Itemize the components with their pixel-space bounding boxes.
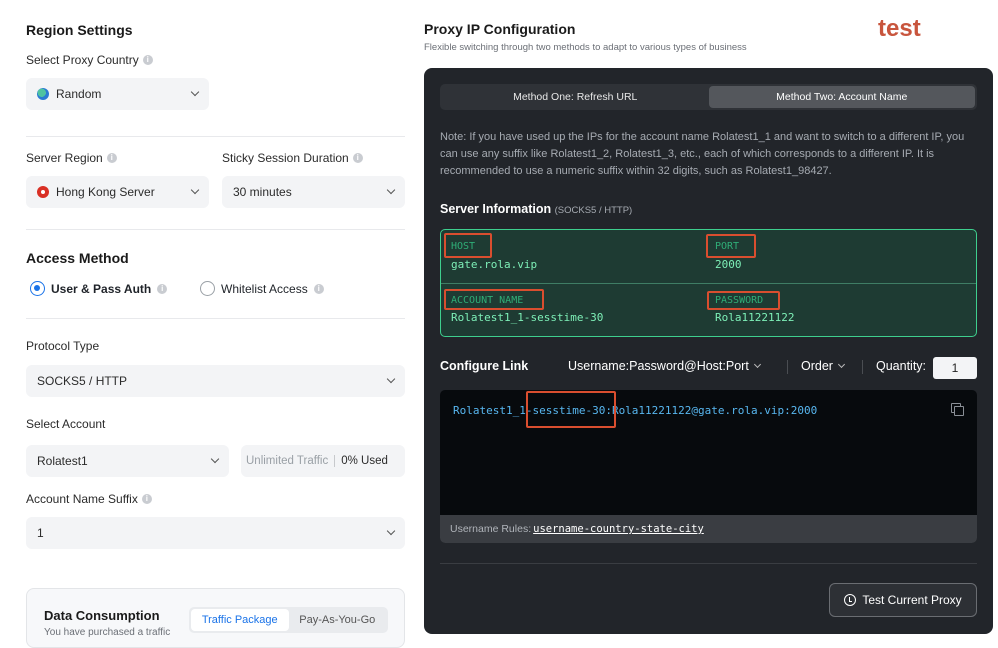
radio-user-pass-auth[interactable]: User & Pass Auth i	[30, 281, 168, 296]
quantity-label: Quantity:	[876, 359, 927, 373]
password-value[interactable]: Rola11221122	[715, 311, 794, 324]
host-value[interactable]: gate.rola.vip	[451, 258, 537, 271]
separator	[862, 360, 863, 374]
proxy-country-label: Select Proxy Country i	[26, 53, 153, 67]
sticky-session-label: Sticky Session Duration i	[222, 151, 363, 165]
divider	[26, 318, 405, 319]
radio-dot	[200, 281, 215, 296]
method-tabs: Method One: Refresh URL Method Two: Acco…	[440, 84, 977, 110]
info-icon[interactable]: i	[142, 55, 153, 65]
region-settings-title: Region Settings	[26, 22, 133, 38]
chevron-down-icon	[753, 360, 761, 369]
server-region-select[interactable]: Hong Kong Server	[26, 176, 209, 208]
account-suffix-select[interactable]: 1	[26, 517, 405, 549]
select-account-select[interactable]: Rolatest1	[26, 445, 229, 477]
proxy-link-box: Rolatest1_1-sesstime-30:Rola11221122@gat…	[440, 390, 977, 543]
username-rules-bar: Username Rules: username-country-state-c…	[440, 515, 977, 543]
info-icon[interactable]: i	[106, 153, 117, 163]
usage-note: Note: If you have used up the IPs for th…	[440, 131, 965, 177]
traffic-usage: Unlimited Traffic 0% Used	[241, 445, 405, 477]
highlight-box	[706, 234, 756, 258]
server-info-title: Server Information (SOCKS5 / HTTP)	[440, 202, 633, 216]
account-suffix-label: Account Name Suffix i	[26, 492, 152, 506]
proxy-link-text[interactable]: Rolatest1_1-sesstime-30:Rola11221122@gat…	[453, 404, 817, 417]
test-current-proxy-button[interactable]: Test Current Proxy	[829, 583, 977, 617]
highlight-box	[444, 289, 544, 310]
highlight-box	[526, 391, 616, 428]
proxy-config-subtitle: Flexible switching through two methods t…	[424, 42, 747, 53]
info-icon[interactable]: i	[141, 494, 152, 504]
radio-dot	[30, 281, 45, 296]
chevron-down-icon	[190, 87, 200, 97]
tab-traffic-package[interactable]: Traffic Package	[191, 609, 289, 631]
quantity-input[interactable]: 1	[933, 357, 977, 379]
consumption-toggle: Traffic Package Pay-As-You-Go	[189, 607, 388, 633]
info-icon[interactable]: i	[157, 283, 168, 294]
format-select[interactable]: Username:Password@Host:Port	[568, 359, 761, 373]
divider	[26, 136, 405, 137]
data-consumption-subtitle: You have purchased a traffic	[44, 627, 171, 638]
tab-pay-as-you-go[interactable]: Pay-As-You-Go	[289, 609, 387, 631]
divider	[440, 563, 977, 564]
radio-whitelist-access[interactable]: Whitelist Access i	[200, 281, 324, 296]
highlight-box	[444, 233, 492, 258]
server-info-divider	[441, 283, 976, 284]
tab-account-name[interactable]: Method Two: Account Name	[708, 86, 975, 108]
select-account-label: Select Account	[26, 417, 106, 431]
traffic-separator	[334, 455, 336, 467]
account-name-value[interactable]: Rolatest1_1-sesstime-30	[451, 311, 603, 324]
protocol-type-label: Protocol Type	[26, 339, 100, 353]
globe-icon	[37, 88, 49, 100]
access-method-title: Access Method	[26, 250, 129, 266]
highlight-box	[707, 291, 780, 310]
timer-icon	[844, 594, 857, 606]
brand-logo: test	[878, 15, 921, 42]
separator	[787, 360, 788, 374]
chevron-down-icon	[210, 454, 220, 464]
sticky-session-select[interactable]: 30 minutes	[222, 176, 405, 208]
chevron-down-icon	[386, 526, 396, 536]
order-select[interactable]: Order	[801, 359, 845, 373]
info-icon[interactable]: i	[352, 153, 363, 163]
proxy-config-title: Proxy IP Configuration	[424, 21, 576, 37]
data-consumption-title: Data Consumption	[44, 608, 160, 623]
chevron-down-icon	[190, 185, 200, 195]
chevron-down-icon	[837, 360, 845, 369]
proxy-country-select[interactable]: Random	[26, 78, 209, 110]
hong-kong-flag-icon	[37, 186, 49, 198]
tab-refresh-url[interactable]: Method One: Refresh URL	[442, 86, 709, 108]
port-value[interactable]: 2000	[715, 258, 742, 271]
configure-link-title: Configure Link	[440, 359, 529, 373]
protocol-type-select[interactable]: SOCKS5 / HTTP	[26, 365, 405, 397]
data-consumption-card: Data Consumption You have purchased a tr…	[26, 588, 405, 648]
divider	[26, 229, 405, 230]
region-settings-panel: Region Settings Select Proxy Country i R…	[0, 0, 423, 648]
chevron-down-icon	[386, 185, 396, 195]
info-icon[interactable]: i	[313, 283, 324, 294]
chevron-down-icon	[386, 374, 396, 384]
copy-icon[interactable]	[951, 403, 964, 416]
server-region-label: Server Region i	[26, 151, 117, 165]
